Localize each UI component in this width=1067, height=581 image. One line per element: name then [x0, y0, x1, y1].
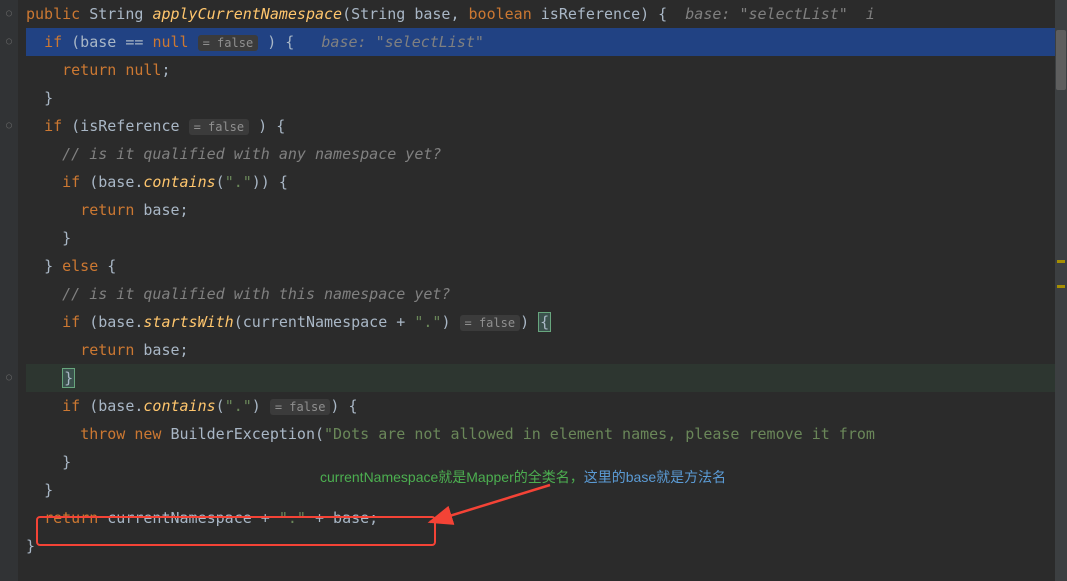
inline-hint-value: = false — [270, 399, 331, 415]
code-line[interactable]: } — [26, 224, 1067, 252]
gutter-breakpoint-icon: ○ — [0, 28, 18, 56]
code-line-highlighted-return[interactable]: return currentNamespace + "." + base; — [26, 504, 1067, 532]
inline-hint-value: = false — [460, 315, 521, 331]
code-line[interactable]: } — [26, 364, 1067, 392]
code-line[interactable]: } — [26, 532, 1067, 560]
code-line[interactable]: return base; — [26, 336, 1067, 364]
code-editor[interactable]: ○ ○ ○ ○ public String applyCurrentNamesp… — [0, 0, 1067, 581]
code-line[interactable]: if (isReference = false ) { — [26, 112, 1067, 140]
scrollbar-thumb[interactable] — [1056, 30, 1066, 90]
brace-match-close: } — [62, 368, 75, 388]
gutter-override-icon: ○ — [0, 0, 18, 28]
inline-hint-value: = false — [189, 119, 250, 135]
code-line-current[interactable]: if (base == null = false ) { base: "sele… — [26, 28, 1067, 56]
gutter-marker-icon: ○ — [0, 112, 18, 140]
brace-match-open: { — [538, 312, 551, 332]
code-line[interactable]: } — [26, 84, 1067, 112]
code-line[interactable]: } else { — [26, 252, 1067, 280]
gutter-column: ○ ○ ○ ○ — [0, 0, 18, 581]
annotation-label: currentNamespace就是Mapper的全类名，这里的base就是方法… — [320, 463, 726, 491]
code-line[interactable]: // is it qualified with this namespace y… — [26, 280, 1067, 308]
code-content[interactable]: public String applyCurrentNamespace(Stri… — [18, 0, 1067, 581]
code-line[interactable]: throw new BuilderException("Dots are not… — [26, 420, 1067, 448]
vertical-scrollbar[interactable] — [1055, 0, 1067, 581]
code-line[interactable]: if (base.startsWith(currentNamespace + "… — [26, 308, 1067, 336]
code-line[interactable]: if (base.contains(".") = false) { — [26, 392, 1067, 420]
gutter-marker-icon: ○ — [0, 364, 18, 392]
code-line[interactable]: return null; — [26, 56, 1067, 84]
inline-hint-value: = false — [198, 35, 259, 51]
scrollbar-marker — [1057, 260, 1065, 263]
code-line[interactable]: // is it qualified with any namespace ye… — [26, 140, 1067, 168]
code-line[interactable]: return base; — [26, 196, 1067, 224]
code-line[interactable]: public String applyCurrentNamespace(Stri… — [26, 0, 1067, 28]
code-line[interactable]: if (base.contains(".")) { — [26, 168, 1067, 196]
scrollbar-marker — [1057, 285, 1065, 288]
